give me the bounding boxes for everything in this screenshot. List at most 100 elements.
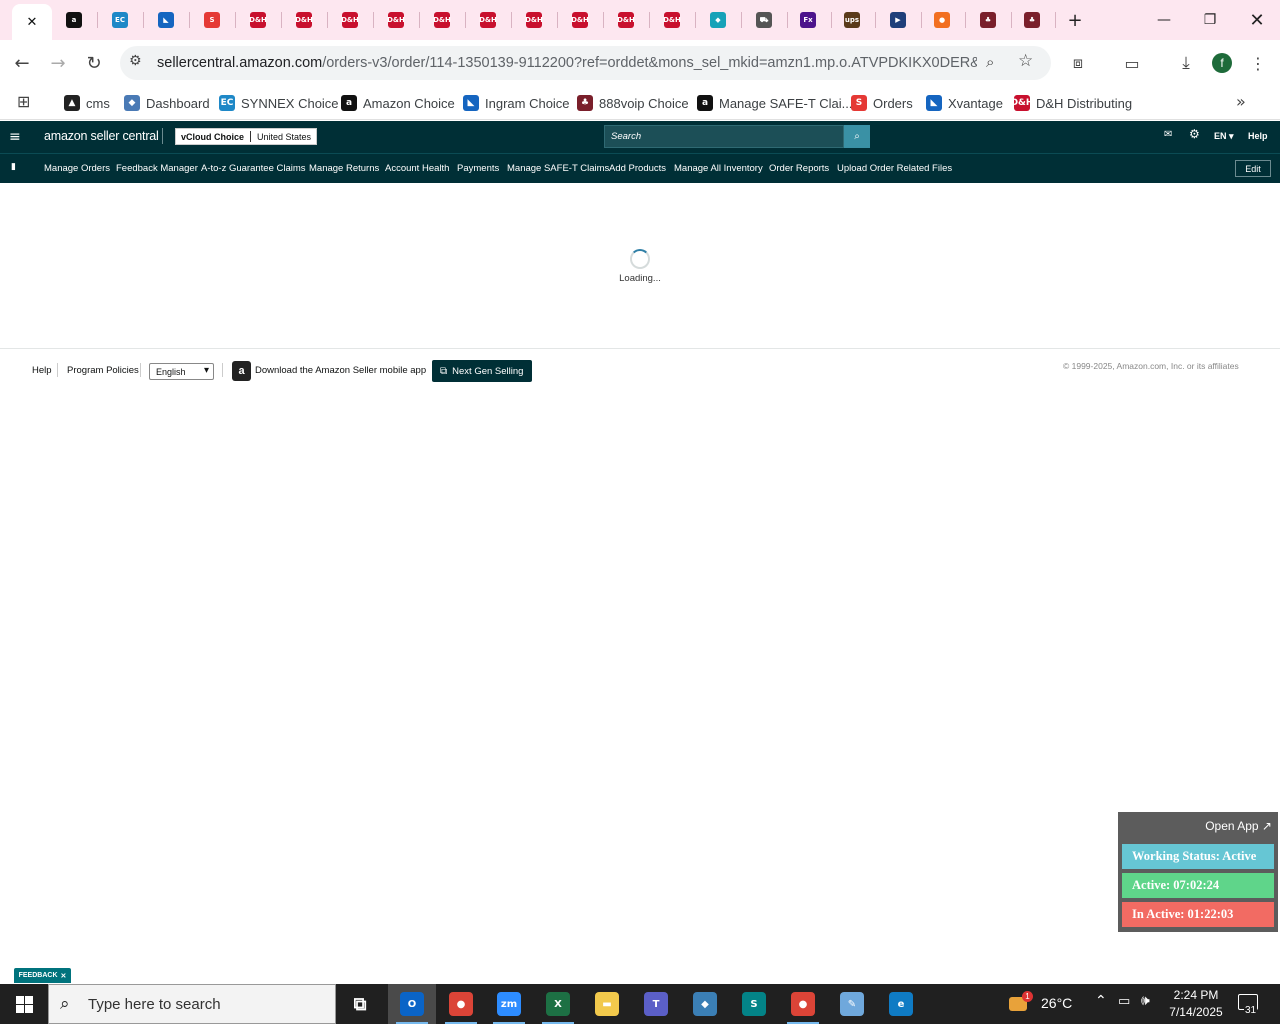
notifications-icon[interactable]: 31 [1238,994,1258,1016]
volume-icon[interactable]: 🕪 [1141,993,1150,1009]
bookmark-item[interactable]: ▲ cms [64,92,110,114]
nav-link[interactable]: Order Reports [769,163,829,174]
browser-tab[interactable]: D&H [465,2,511,38]
bookmark-icon[interactable]: ▮ [11,162,16,172]
nav-link[interactable]: Account Health [385,163,449,174]
network-icon[interactable]: ▭ [1118,994,1130,1009]
nav-link[interactable]: Manage All Inventory [674,163,763,174]
nav-link[interactable]: A-to-z Guarantee Claims [201,163,306,174]
bookmark-item[interactable]: ◆ Dashboard [124,92,210,114]
taskbar-app[interactable]: S [730,984,778,1024]
hamburger-menu-icon[interactable]: ≡ [9,129,21,145]
browser-tab[interactable]: a [51,2,97,38]
new-tab-button[interactable]: + [1052,0,1098,40]
browser-tab[interactable]: Fx [785,2,831,38]
feedback-tab[interactable]: FEEDBACK ✕ [14,968,71,983]
browser-tab[interactable]: D&H [603,2,649,38]
browser-tab[interactable]: ⛟ [741,2,787,38]
browser-tab[interactable]: D&H [235,2,281,38]
language-select[interactable]: English ▾ [149,363,214,380]
browser-tab[interactable]: EC [97,2,143,38]
account-switcher[interactable]: vCloud Choice United States [175,128,318,145]
profile-avatar[interactable]: f [1212,53,1232,73]
browser-tab[interactable]: D&H [649,2,695,38]
restore-button[interactable]: ❐ [1187,0,1233,40]
weather-icon[interactable]: 1 [1008,991,1033,1013]
nav-link[interactable]: Feedback Manager [116,163,198,174]
taskbar-app[interactable]: ⧉ [336,984,384,1024]
browser-tab[interactable]: ▶ [875,2,921,38]
nav-link[interactable]: Manage Orders [44,163,110,174]
browser-tab[interactable]: D&H [281,2,327,38]
amazon-app-icon[interactable]: a [232,361,251,381]
taskbar-search-input[interactable]: ⌕ Type here to search [48,984,336,1024]
mail-icon[interactable]: ✉ [1164,129,1172,140]
settings-gear-icon[interactable]: ⚙ [1189,127,1200,141]
nav-link[interactable]: Manage SAFE-T Claims [507,163,609,174]
bookmark-item[interactable]: ◣ Ingram Choice [463,92,570,114]
browser-tab[interactable]: ● [919,2,965,38]
browser-tab[interactable]: ◣ [143,2,189,38]
nav-link[interactable]: Upload Order Related Files [837,163,952,174]
open-app-link[interactable]: Open App ↗ [1205,819,1272,833]
taskbar-app[interactable]: ● [779,984,827,1024]
program-policies-link[interactable]: Program Policies [67,365,139,376]
mobile-app-link[interactable]: Download the Amazon Seller mobile app [255,365,426,376]
taskbar-app[interactable]: O [388,984,436,1024]
browser-tab[interactable]: ups [829,2,875,38]
menu-kebab-icon[interactable]: ⋮ [1243,48,1273,78]
browser-tab[interactable]: ◆ [695,2,741,38]
back-button[interactable]: ← [7,48,37,78]
address-bar[interactable]: ⚙ sellercentral.amazon.com/orders-v3/ord… [120,46,1051,80]
zoom-icon[interactable]: ⌕ [986,53,994,71]
cast-icon[interactable]: ▭ [1117,48,1147,78]
chevron-up-icon[interactable]: ⌃ [1095,993,1107,1009]
seller-central-logo[interactable]: amazon seller central [44,129,159,143]
taskbar-app[interactable]: ✎ [828,984,876,1024]
taskbar-app[interactable]: zm [485,984,533,1024]
close-icon[interactable]: ✕ [61,972,67,980]
bookmark-item[interactable]: ♣ 888voip Choice [577,92,689,114]
site-info-icon[interactable]: ⚙ [129,53,142,69]
bookmark-star-icon[interactable]: ☆ [1018,51,1033,71]
browser-tab[interactable]: D&H [419,2,465,38]
bookmark-item[interactable]: S Orders [851,92,913,114]
help-link[interactable]: Help [1248,131,1268,141]
browser-tab[interactable]: ♣ [1009,2,1055,38]
nav-link[interactable]: Add Products [609,163,666,174]
browser-tab[interactable]: D&H [327,2,373,38]
taskbar-app[interactable]: T [632,984,680,1024]
next-gen-selling-button[interactable]: ⧉ Next Gen Selling [432,360,532,382]
taskbar-app[interactable]: ▬ [583,984,631,1024]
browser-tab[interactable]: D&H [557,2,603,38]
close-window-button[interactable]: ✕ [1234,0,1280,40]
browser-tab[interactable]: D&H [373,2,419,38]
weather-temp[interactable]: 26°C [1041,995,1072,1011]
language-selector[interactable]: EN ▾ [1214,131,1234,142]
search-button[interactable]: ⌕ [844,125,870,148]
taskbar-app[interactable]: ◆ [681,984,729,1024]
footer-help-link[interactable]: Help [32,365,52,376]
download-icon[interactable]: ⤓ [1171,48,1201,78]
more-bookmarks-icon[interactable]: » [1236,92,1246,111]
clock[interactable]: 2:24 PM 7/14/2025 [1166,987,1226,1021]
bookmark-item[interactable]: D&H D&H Distributing [1011,92,1132,114]
active-tab[interactable]: ✕ [12,4,52,40]
forward-button[interactable]: → [43,48,73,78]
edit-nav-button[interactable]: Edit [1235,160,1271,177]
taskbar-app[interactable]: X [534,984,582,1024]
browser-tab[interactable]: ♣ [965,2,1011,38]
close-tab-icon[interactable]: ✕ [27,14,38,30]
bookmark-item[interactable]: EC SYNNEX Choice [219,92,339,114]
search-input[interactable]: Search [604,125,844,148]
reload-button[interactable]: ↻ [79,48,109,78]
browser-tab[interactable]: S [189,2,235,38]
nav-link[interactable]: Manage Returns [309,163,379,174]
taskbar-app[interactable]: e [877,984,925,1024]
apps-grid-icon[interactable]: ⊞ [17,92,30,111]
bookmark-item[interactable]: a Manage SAFE-T Clai... [697,92,852,114]
extensions-icon[interactable]: ⧈ [1063,48,1093,78]
nav-link[interactable]: Payments [457,163,499,174]
minimize-button[interactable]: — [1141,0,1187,40]
browser-tab[interactable]: D&H [511,2,557,38]
